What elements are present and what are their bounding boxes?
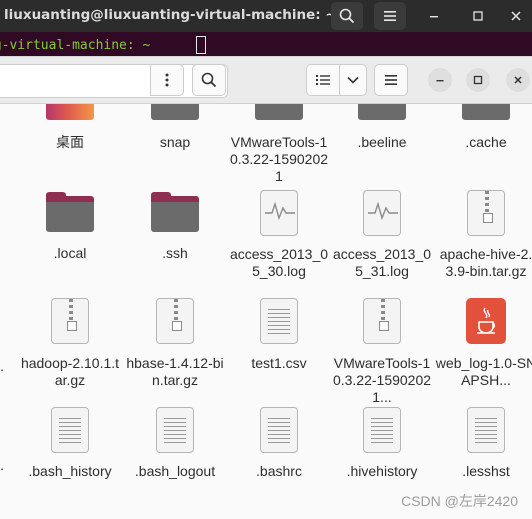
folder-icon: [46, 192, 94, 232]
file-label: 桌面: [56, 134, 84, 150]
chevron-down-icon: [347, 76, 359, 84]
terminal-search-button[interactable]: [331, 2, 363, 30]
hamburger-icon: [385, 75, 397, 85]
archive-icon: [363, 298, 401, 344]
close-button[interactable]: [506, 68, 530, 92]
text-file-icon: [260, 298, 298, 344]
view-toggle-button[interactable]: [306, 64, 340, 96]
path-menu-button[interactable]: [150, 64, 184, 96]
text-file-icon: [363, 407, 401, 453]
archive-icon: [467, 190, 505, 236]
folder-icon: [358, 104, 406, 124]
desktop-folder-icon: [46, 104, 94, 124]
folder-icon: [151, 104, 199, 124]
search-button[interactable]: [192, 64, 226, 96]
file-label: web_log-1.0-SNAPSH...: [435, 355, 532, 388]
file-label: .bash_history: [28, 463, 112, 479]
terminal-titlebar: liuxuanting@liuxuanting-virtual-machine:…: [0, 0, 532, 32]
file-grid: 7. . 桌面 snap VMwareTools-10.3.22-1590202…: [0, 104, 532, 519]
log-file-icon: [260, 190, 298, 236]
search-icon: [201, 72, 217, 88]
view-options-dropdown[interactable]: [339, 64, 367, 96]
file-label: VMwareTools-10.3.22-15902021: [229, 134, 329, 184]
terminal-minimize-button[interactable]: [418, 2, 450, 30]
file-label: .local: [53, 245, 87, 261]
file-label: .bashrc: [256, 463, 302, 479]
archive-icon: [51, 298, 89, 344]
text-file-icon: [156, 407, 194, 453]
terminal-prompt: ng-virtual-machine: ~: [0, 38, 151, 53]
file-label: .hivehistory: [346, 463, 418, 479]
file-label: apache-hive-2.3.9-bin.tar.gz: [439, 246, 532, 279]
file-label: hadoop-2.10.1.tar.gz: [20, 355, 120, 388]
text-file-icon: [467, 407, 505, 453]
terminal-cursor: [196, 36, 206, 54]
folder-icon: [151, 192, 199, 232]
file-label: test1.csv: [251, 355, 307, 371]
maximize-icon: [473, 11, 483, 21]
vertical-dots-icon: [165, 73, 169, 87]
folder-icon: [462, 104, 510, 124]
terminal-menu-button[interactable]: [374, 2, 406, 30]
maximize-button[interactable]: [466, 68, 490, 92]
main-menu-button[interactable]: [374, 64, 408, 96]
file-label: .ssh: [162, 245, 188, 261]
maximize-icon: [473, 75, 483, 85]
text-file-icon: [51, 407, 89, 453]
minimize-icon: [436, 80, 444, 82]
file-manager-header: [0, 57, 532, 104]
hamburger-icon: [384, 11, 396, 21]
file-label: .: [0, 457, 4, 473]
terminal-body[interactable]: ng-virtual-machine: ~: [0, 32, 532, 56]
file-manager-window: 7. . 桌面 snap VMwareTools-10.3.22-1590202…: [0, 56, 532, 519]
java-archive-icon: [466, 298, 506, 344]
file-label: access_2013_05_31.log: [332, 246, 432, 279]
file-label: .lesshst: [462, 463, 510, 479]
text-file-icon: [260, 407, 298, 453]
log-file-icon: [363, 190, 401, 236]
file-label: 7.: [0, 358, 4, 374]
terminal-maximize-button[interactable]: [462, 2, 494, 30]
file-label: hbase-1.4.12-bin.tar.gz: [126, 355, 224, 388]
file-label: .bash_logout: [134, 463, 216, 479]
file-label: snap: [159, 134, 191, 150]
search-icon: [339, 8, 355, 24]
folder-icon: [255, 104, 303, 124]
file-label: .cache: [465, 134, 507, 150]
list-view-icon: [316, 75, 330, 85]
close-icon: [511, 11, 521, 21]
file-label: access_2013_05_30.log: [229, 246, 329, 279]
minimize-icon: [430, 16, 438, 18]
watermark: CSDN @左岸2420: [401, 493, 518, 509]
file-label: VMwareTools-10.3.22-15902021...: [332, 355, 432, 405]
minimize-button[interactable]: [428, 68, 452, 92]
terminal-title: liuxuanting@liuxuanting-virtual-machine:…: [4, 7, 337, 23]
close-icon: [514, 76, 522, 84]
file-label: .beeline: [357, 134, 407, 150]
archive-icon: [156, 298, 194, 344]
terminal-close-button[interactable]: [500, 2, 532, 30]
